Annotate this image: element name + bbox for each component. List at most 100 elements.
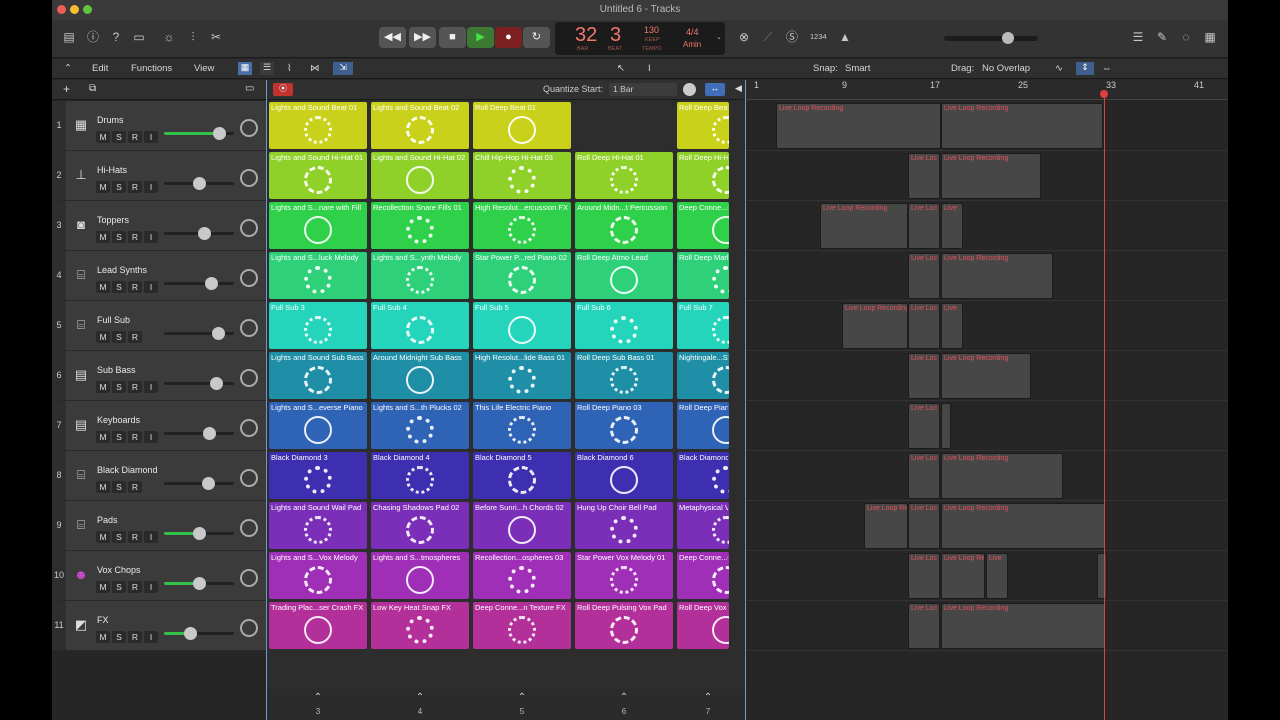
playhead[interactable]	[1104, 92, 1105, 720]
fader-knob[interactable]	[212, 327, 225, 340]
track-name[interactable]: Drums	[97, 115, 124, 125]
flex-icon[interactable]: ⋈	[310, 63, 320, 74]
loop-cell[interactable]: Roll Deep Beat 01	[473, 102, 571, 149]
live-loop-region[interactable]: Live Loc	[908, 203, 940, 249]
catch-icon[interactable]: ⇲	[333, 62, 353, 75]
loop-cell[interactable]: Roll Deep Hi-Hat 01	[575, 152, 673, 199]
follow-icon[interactable]: ↔	[705, 83, 725, 96]
live-loop-region[interactable]: Live Loop Recording	[776, 103, 941, 149]
loop-cell[interactable]: Roll Deep Pulsing Vox Pad	[575, 602, 673, 649]
fader-knob[interactable]	[184, 627, 197, 640]
loop-cell[interactable]: Roll Deep Mark	[677, 252, 729, 299]
tuner-icon[interactable]: ⟋	[759, 28, 777, 46]
view-menu[interactable]: View	[194, 63, 214, 74]
fader-knob[interactable]	[205, 277, 218, 290]
loop-cell[interactable]: Recollection...ospheres 03	[473, 552, 571, 599]
fader-knob[interactable]	[202, 477, 215, 490]
live-loop-region[interactable]: Live Loc	[908, 403, 940, 449]
vertical-zoom-icon[interactable]: ⇕	[1076, 62, 1094, 75]
track-header[interactable]: 1 ▦ Drums M S R I	[52, 101, 266, 151]
grid-view-icon[interactable]: ▦	[238, 62, 252, 75]
input-monitor-button[interactable]: I	[144, 381, 158, 393]
track-header[interactable]: 10 ☻ Vox Chops M S R I	[52, 551, 266, 601]
solo-button[interactable]: S	[112, 231, 126, 243]
track-header[interactable]: 7 ▤ Keyboards M S R I	[52, 401, 266, 451]
list-editors-icon[interactable]: ☰	[1129, 28, 1147, 46]
loop-cell[interactable]: Lights and Sound Sub Bass	[269, 352, 367, 399]
pan-knob[interactable]	[240, 419, 258, 437]
track-header[interactable]: 9 ⌸ Pads M S R I	[52, 501, 266, 551]
pan-knob[interactable]	[240, 169, 258, 187]
volume-fader[interactable]	[164, 127, 234, 140]
mixer-icon[interactable]: ⫶	[184, 28, 202, 46]
loop-cell[interactable]: Trading Plac...ser Crash FX	[269, 602, 367, 649]
fader-knob[interactable]	[193, 527, 206, 540]
pan-knob[interactable]	[240, 519, 258, 537]
live-loop-region[interactable]: Live	[986, 553, 1008, 599]
record-enable-button[interactable]: R	[128, 531, 142, 543]
volume-fader[interactable]	[164, 227, 234, 240]
loop-cell[interactable]: Before Sunri...h Chords 02	[473, 502, 571, 549]
scene-trigger[interactable]: ⌃ 7	[677, 692, 739, 720]
record-enable-button[interactable]: R	[128, 631, 142, 643]
loop-cell[interactable]: Recollection Snare Fills 01	[371, 202, 469, 249]
live-loop-region[interactable]: Live Loop Recording	[941, 153, 1041, 199]
fader-knob[interactable]	[203, 427, 216, 440]
automation-icon[interactable]: ⌇	[287, 63, 292, 74]
record-enable-button[interactable]: R	[128, 281, 142, 293]
live-loop-region[interactable]: Live Loop Recording	[864, 503, 908, 549]
record-enable-button[interactable]: R	[128, 131, 142, 143]
loop-cell[interactable]: Nightingale...Su	[677, 352, 729, 399]
track-name[interactable]: Hi-Hats	[97, 165, 127, 175]
mute-button[interactable]: M	[96, 231, 110, 243]
input-monitor-button[interactable]: I	[144, 581, 158, 593]
pan-knob[interactable]	[240, 319, 258, 337]
live-loop-region[interactable]: Live	[941, 303, 963, 349]
live-loop-region[interactable]: Live Loop Recording	[941, 603, 1105, 649]
horizontal-zoom-icon[interactable]: ⇔	[1102, 63, 1112, 74]
rewind-button[interactable]: ◀◀	[379, 27, 406, 48]
loop-cell[interactable]: Lights and S...tmospheres	[371, 552, 469, 599]
volume-fader[interactable]	[164, 627, 234, 640]
solo-button[interactable]: S	[112, 281, 126, 293]
live-loop-region[interactable]: Live Loc	[908, 353, 940, 399]
count-in-button[interactable]: 1234	[810, 32, 827, 41]
scene-trigger[interactable]: ⌃ 6	[575, 692, 673, 720]
bar-ruler[interactable]: 1 9 17 25 33 41	[746, 80, 1228, 100]
track-name[interactable]: Sub Bass	[97, 365, 136, 375]
live-loop-region[interactable]: Live Loc	[908, 503, 940, 549]
global-tracks-icon[interactable]: ▭	[245, 83, 254, 94]
loop-cell[interactable]: Chill Hip-Hop Hi-Hat 03	[473, 152, 571, 199]
speaker-icon[interactable]: ◀	[735, 83, 742, 94]
solo-button[interactable]: S	[112, 481, 126, 493]
record-enable-button[interactable]: R	[128, 431, 142, 443]
loop-cell[interactable]: This Life Electric Piano	[473, 402, 571, 449]
pointer-tool-icon[interactable]: ↖	[617, 63, 625, 74]
loop-cell[interactable]: Deep Conne...e	[677, 202, 729, 249]
add-track-icon[interactable]: +	[63, 82, 70, 96]
loop-cell[interactable]: Lights and S...ynth Melody	[371, 252, 469, 299]
grid-record-icon[interactable]: ⦿	[273, 83, 293, 96]
editors-icon[interactable]: ✂	[207, 28, 225, 46]
loop-cell[interactable]: Star Power P...red Piano 02	[473, 252, 571, 299]
edit-menu[interactable]: Edit	[92, 63, 108, 74]
pan-knob[interactable]	[240, 569, 258, 587]
live-loop-region[interactable]: Live Loc	[908, 303, 940, 349]
record-enable-button[interactable]: R	[128, 231, 142, 243]
drag-select[interactable]: No Overlap	[982, 63, 1042, 74]
volume-fader[interactable]	[164, 477, 234, 490]
input-monitor-button[interactable]: I	[144, 181, 158, 193]
volume-fader[interactable]	[164, 377, 234, 390]
track-name[interactable]: Lead Synths	[97, 265, 147, 275]
live-loop-region[interactable]: Live	[941, 203, 963, 249]
volume-fader[interactable]	[164, 277, 234, 290]
live-loop-region[interactable]: Live Loop Recording	[941, 453, 1063, 499]
loop-browser-icon[interactable]: ◌	[1177, 28, 1195, 46]
loop-cell[interactable]: Roll Deep Vox A	[677, 602, 729, 649]
loop-cell[interactable]: Chasing Shadows Pad 02	[371, 502, 469, 549]
pan-knob[interactable]	[240, 469, 258, 487]
loop-cell[interactable]: Roll Deep Sub Bass 01	[575, 352, 673, 399]
text-tool-icon[interactable]: I	[648, 63, 651, 74]
volume-fader[interactable]	[164, 527, 234, 540]
stop-button[interactable]: ■	[439, 27, 466, 48]
